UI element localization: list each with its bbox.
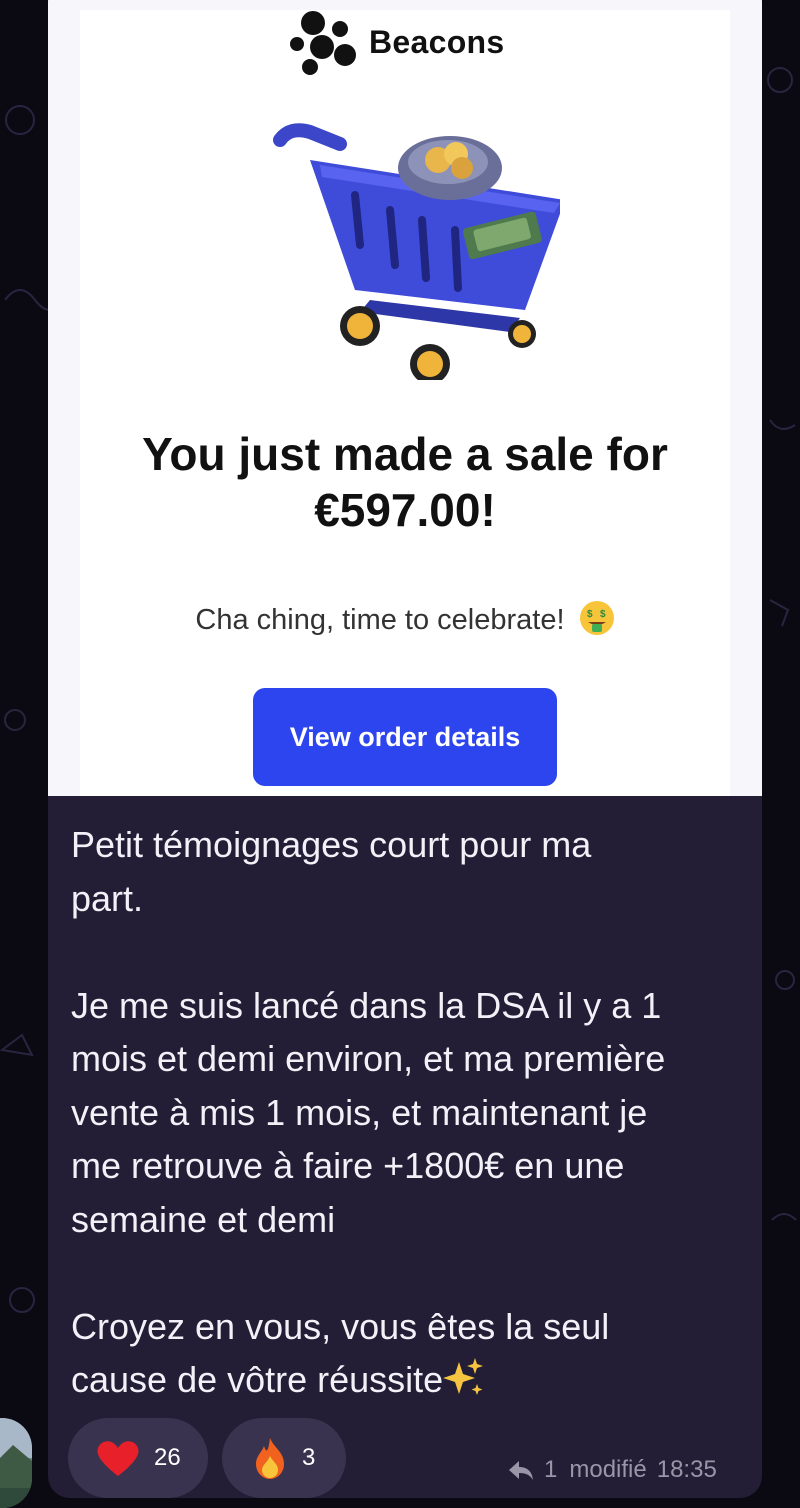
fire-icon — [256, 1438, 284, 1479]
headline-line-1: You just made a sale for — [142, 428, 668, 480]
heart-icon — [97, 1441, 139, 1476]
beacons-logo-icon — [290, 11, 356, 75]
svg-text:$: $ — [600, 609, 606, 620]
message-time: 18:35 — [656, 1456, 717, 1483]
svg-text:$: $ — [587, 609, 593, 620]
message-meta: 1 modifié 18:35 — [508, 1456, 717, 1484]
shopping-cart-icon — [273, 123, 560, 380]
subline-text: Cha ching, time to celebrate! — [195, 604, 565, 636]
reaction-fire[interactable]: 3 — [222, 1418, 346, 1498]
email-card: Beacons You just made a sale for €597.00… — [80, 10, 730, 796]
message-body: Petit témoignages court pour ma part. Je… — [71, 824, 666, 1400]
brand-header: Beacons — [285, 11, 505, 75]
view-order-details-button[interactable]: View order details — [253, 688, 557, 786]
sale-headline: You just made a sale for €597.00! — [80, 426, 730, 538]
headline-amount: €597.00! — [314, 484, 496, 536]
sparkles-icon — [443, 1358, 484, 1395]
celebrate-subline: Cha ching, time to celebrate! $ $ — [80, 600, 730, 638]
heart-count: 26 — [154, 1444, 181, 1471]
reaction-heart[interactable]: 26 — [68, 1418, 208, 1498]
message-bubble[interactable]: Beacons You just made a sale for €597.00… — [48, 0, 762, 1498]
email-preview[interactable]: Beacons You just made a sale for €597.00… — [48, 0, 762, 796]
message-text: Petit témoignages court pour ma part. Je… — [71, 818, 751, 1407]
reply-icon[interactable] — [508, 1459, 534, 1481]
edited-label: modifié — [569, 1456, 647, 1483]
reply-count[interactable]: 1 — [544, 1456, 557, 1484]
money-mouth-face-icon: $ $ — [579, 601, 614, 635]
fire-count: 3 — [302, 1444, 316, 1471]
brand-name: Beacons — [369, 23, 505, 60]
